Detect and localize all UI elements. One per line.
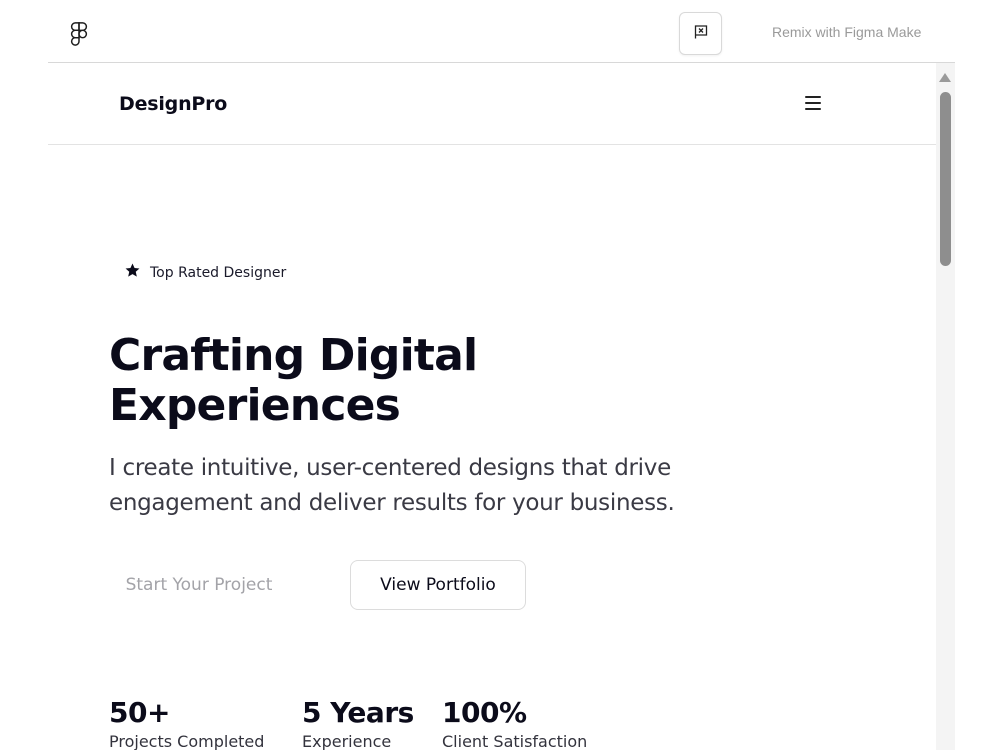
stat-value: 100% — [442, 696, 527, 729]
scrollbar-thumb[interactable] — [940, 92, 951, 266]
scroll-up-arrow-icon[interactable] — [939, 73, 951, 82]
figma-logo-icon[interactable] — [70, 22, 88, 46]
viewer-toolbar: Remix with Figma Make — [0, 0, 1000, 63]
remix-with-figma-make-link[interactable]: Remix with Figma Make — [772, 24, 921, 40]
hero-subtitle: I create intuitive, user-centered design… — [109, 451, 709, 521]
hamburger-menu-icon[interactable] — [803, 93, 823, 113]
site-navbar: DesignPro — [48, 63, 936, 145]
start-project-button[interactable]: Start Your Project — [109, 560, 289, 610]
hero-title-line-1: Crafting Digital — [109, 330, 478, 381]
hero-title: Crafting Digital Experiences — [109, 331, 669, 431]
hero-title-line-2: Experiences — [109, 380, 401, 431]
hero-subtitle-line-1: I create intuitive, user-centered design… — [109, 455, 671, 481]
stat-experience: 5 Years Experience — [302, 695, 414, 750]
prototype-frame: DesignPro Top Rated Designer Crafting Di… — [48, 63, 936, 750]
stat-value: 5 Years — [302, 696, 414, 729]
top-rated-badge: Top Rated Designer — [124, 262, 286, 283]
flag-report-icon — [693, 24, 709, 44]
star-icon — [124, 262, 141, 283]
brand-logo-text[interactable]: DesignPro — [119, 93, 227, 115]
stat-projects: 50+ Projects Completed — [109, 695, 264, 750]
stat-label: Projects Completed — [109, 732, 265, 750]
view-portfolio-button[interactable]: View Portfolio — [350, 560, 526, 610]
report-button[interactable] — [679, 12, 722, 55]
hero-subtitle-line-2: engagement and deliver results for your … — [109, 490, 675, 516]
badge-label: Top Rated Designer — [150, 264, 287, 281]
stat-satisfaction: 100% Client Satisfaction — [442, 695, 587, 750]
stat-value: 50+ — [109, 696, 170, 729]
stat-label: Experience — [302, 732, 392, 750]
stat-label: Client Satisfaction — [442, 732, 588, 750]
